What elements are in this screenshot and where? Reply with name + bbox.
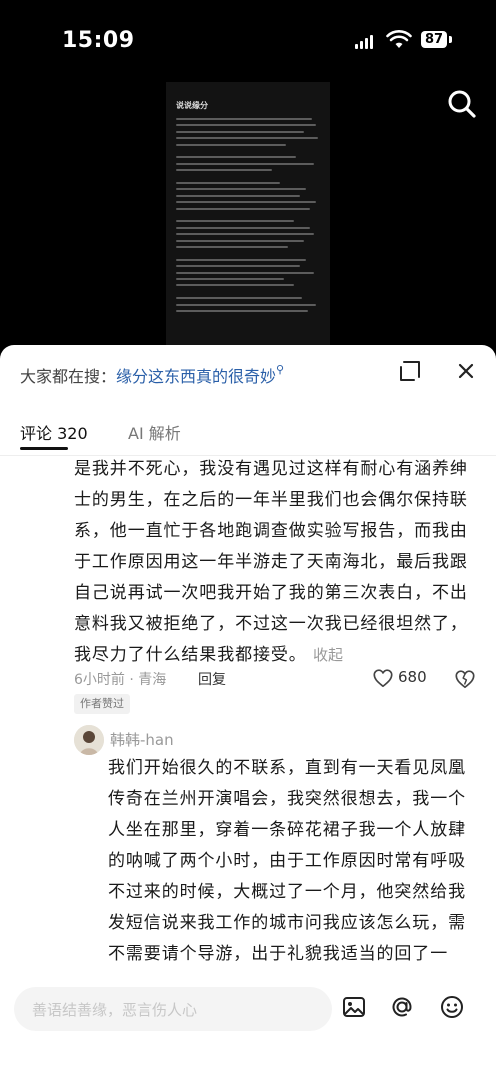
video-text-line — [176, 118, 312, 120]
like-button[interactable]: 680 — [372, 667, 432, 691]
video-text-line — [176, 246, 288, 248]
broken-heart-icon[interactable] — [454, 668, 476, 690]
battery-tip — [449, 36, 452, 43]
comment-username[interactable]: 韩韩-han — [110, 729, 174, 750]
video-text-line — [176, 207, 310, 210]
status-bar: 15:09 87 — [0, 0, 496, 80]
video-text-line — [176, 233, 314, 236]
comments-sheet: 大家都在搜：缘分这东西真的很奇妙⚲ 评论 320 AI 解析 是我并不死心，我没… — [0, 345, 496, 1080]
video-text-line — [176, 201, 316, 204]
video-text-line — [176, 162, 314, 165]
wifi-icon — [386, 30, 412, 48]
video-text-line — [176, 278, 284, 280]
status-time: 15:09 — [62, 28, 135, 53]
comment-text: 是我并不死心，我没有遇见过这样有耐心有涵养绅士的男生，在之后的一年半里我们也会偶… — [74, 454, 482, 671]
signal-icon — [355, 35, 377, 49]
video-text-line — [176, 226, 310, 229]
video-title: 说说缘分 — [176, 101, 208, 110]
comment-body: 是我并不死心，我没有遇见过这样有耐心有涵养绅士的男生，在之后的一年半里我们也会偶… — [74, 459, 468, 665]
search-prefix: 大家都在搜： — [20, 367, 117, 386]
video-text-line — [176, 194, 300, 197]
reply-button[interactable]: 回复 — [198, 669, 226, 689]
comment-input-bar: 善语结善缘，恶言伤人心 — [0, 973, 496, 1080]
search-query-link[interactable]: 缘分这东西真的很奇妙 — [116, 367, 276, 386]
image-icon[interactable] — [340, 993, 368, 1021]
comment-input-placeholder: 善语结善缘，恶言伤人心 — [32, 1001, 198, 1019]
avatar[interactable] — [74, 725, 104, 755]
video-text-line — [176, 169, 272, 172]
video-text-line — [176, 265, 300, 268]
video-text-line — [176, 137, 318, 140]
comment-input[interactable]: 善语结善缘，恶言伤人心 — [14, 987, 332, 1031]
tab-ai-analysis[interactable]: AI 解析 — [128, 420, 181, 444]
video-text-line — [176, 297, 302, 300]
video-text-line — [176, 143, 286, 146]
tab-active-indicator — [20, 447, 68, 450]
comment-meta: 6小时前 · 青海 — [74, 672, 167, 688]
reply-text: 我们开始很久的不联系，直到有一天看见凤凰传奇在兰州开演唱会，我突然很想去，我一个… — [108, 758, 466, 995]
comment-tabs: 评论 320 AI 解析 — [0, 411, 496, 450]
video-text-line — [176, 239, 304, 242]
like-count: 680 — [398, 668, 427, 686]
expand-icon[interactable] — [396, 357, 424, 385]
tab-comments[interactable]: 评论 320 — [20, 420, 88, 444]
battery-indicator: 87 — [421, 31, 447, 48]
at-icon[interactable] — [388, 993, 416, 1021]
search-suggestion[interactable]: 大家都在搜：缘分这东西真的很奇妙⚲ — [20, 363, 284, 387]
video-text-line — [176, 130, 304, 133]
avatar-image — [74, 725, 104, 755]
collapse-link[interactable]: 收起 — [313, 646, 343, 664]
video-text-line — [176, 271, 314, 274]
close-icon[interactable] — [452, 357, 480, 385]
video-text-line — [176, 303, 316, 306]
video-text-line — [176, 182, 280, 184]
author-liked-badge: 作者赞过 — [74, 694, 130, 714]
emoji-icon[interactable] — [438, 993, 466, 1021]
video-text-line — [176, 310, 308, 312]
search-icon[interactable] — [446, 88, 478, 120]
search-small-icon: ⚲ — [276, 363, 285, 376]
video-text-line — [176, 258, 306, 261]
heart-icon — [373, 669, 393, 688]
